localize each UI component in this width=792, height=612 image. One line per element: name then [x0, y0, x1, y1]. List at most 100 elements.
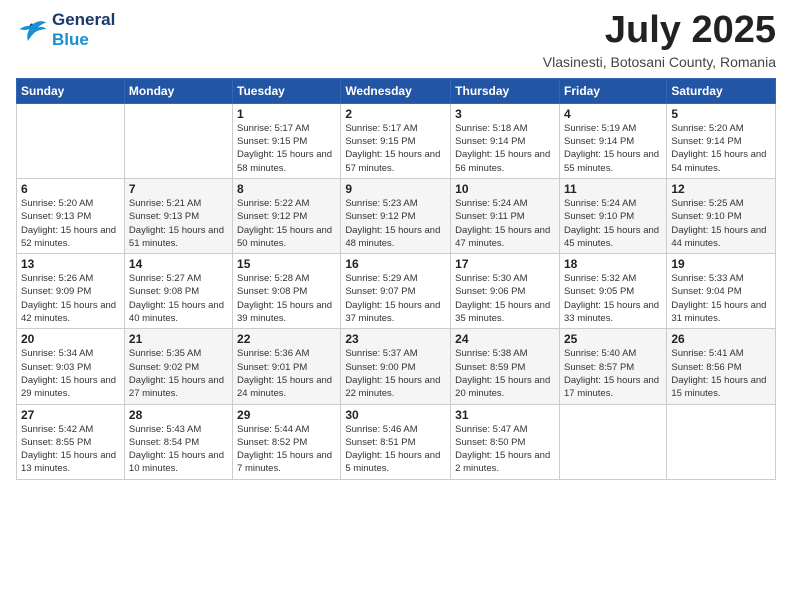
calendar-cell: 17 Sunrise: 5:30 AM Sunset: 9:06 PM Dayl… [451, 254, 560, 329]
logo-text: General Blue [52, 10, 115, 49]
day-number: 4 [564, 107, 662, 121]
month-title: July 2025 [543, 10, 776, 52]
sunset-text: Sunset: 9:13 PM [21, 211, 91, 222]
daylight-text: Daylight: 15 hours and 55 minutes. [564, 149, 659, 173]
sunrise-text: Sunrise: 5:23 AM [345, 198, 417, 209]
calendar-cell: 31 Sunrise: 5:47 AM Sunset: 8:50 PM Dayl… [451, 404, 560, 479]
sunrise-text: Sunrise: 5:24 AM [564, 198, 636, 209]
sunset-text: Sunset: 8:50 PM [455, 437, 525, 448]
sunset-text: Sunset: 9:14 PM [455, 136, 525, 147]
day-number: 28 [129, 408, 228, 422]
weekday-header-sunday: Sunday [17, 78, 125, 103]
day-number: 19 [671, 257, 771, 271]
page: General Blue July 2025 Vlasinesti, Botos… [0, 0, 792, 612]
sunset-text: Sunset: 8:54 PM [129, 437, 199, 448]
day-number: 17 [455, 257, 555, 271]
daylight-text: Daylight: 15 hours and 31 minutes. [671, 300, 766, 324]
sunset-text: Sunset: 9:10 PM [671, 211, 741, 222]
sunset-text: Sunset: 9:14 PM [564, 136, 634, 147]
day-number: 11 [564, 182, 662, 196]
sunrise-text: Sunrise: 5:21 AM [129, 198, 201, 209]
location-subtitle: Vlasinesti, Botosani County, Romania [543, 54, 776, 70]
sunset-text: Sunset: 9:09 PM [21, 286, 91, 297]
sunrise-text: Sunrise: 5:41 AM [671, 348, 743, 359]
day-number: 25 [564, 332, 662, 346]
day-number: 5 [671, 107, 771, 121]
day-info: Sunrise: 5:28 AM Sunset: 9:08 PM Dayligh… [237, 272, 336, 325]
calendar-cell: 23 Sunrise: 5:37 AM Sunset: 9:00 PM Dayl… [341, 329, 451, 404]
day-number: 26 [671, 332, 771, 346]
day-info: Sunrise: 5:43 AM Sunset: 8:54 PM Dayligh… [129, 423, 228, 476]
sunrise-text: Sunrise: 5:35 AM [129, 348, 201, 359]
day-info: Sunrise: 5:36 AM Sunset: 9:01 PM Dayligh… [237, 347, 336, 400]
sunrise-text: Sunrise: 5:40 AM [564, 348, 636, 359]
day-info: Sunrise: 5:24 AM Sunset: 9:11 PM Dayligh… [455, 197, 555, 250]
sunset-text: Sunset: 9:15 PM [237, 136, 307, 147]
calendar-cell [124, 103, 232, 178]
calendar-cell [667, 404, 776, 479]
calendar-cell: 29 Sunrise: 5:44 AM Sunset: 8:52 PM Dayl… [233, 404, 341, 479]
sunrise-text: Sunrise: 5:30 AM [455, 273, 527, 284]
day-info: Sunrise: 5:23 AM Sunset: 9:12 PM Dayligh… [345, 197, 446, 250]
sunset-text: Sunset: 8:57 PM [564, 362, 634, 373]
daylight-text: Daylight: 15 hours and 2 minutes. [455, 450, 550, 474]
sunrise-text: Sunrise: 5:32 AM [564, 273, 636, 284]
calendar-cell: 27 Sunrise: 5:42 AM Sunset: 8:55 PM Dayl… [17, 404, 125, 479]
weekday-header-row: SundayMondayTuesdayWednesdayThursdayFrid… [17, 78, 776, 103]
calendar-cell: 26 Sunrise: 5:41 AM Sunset: 8:56 PM Dayl… [667, 329, 776, 404]
daylight-text: Daylight: 15 hours and 47 minutes. [455, 225, 550, 249]
sunset-text: Sunset: 9:10 PM [564, 211, 634, 222]
daylight-text: Daylight: 15 hours and 42 minutes. [21, 300, 116, 324]
daylight-text: Daylight: 15 hours and 7 minutes. [237, 450, 332, 474]
day-number: 22 [237, 332, 336, 346]
title-block: July 2025 Vlasinesti, Botosani County, R… [543, 10, 776, 70]
calendar-week-row: 1 Sunrise: 5:17 AM Sunset: 9:15 PM Dayli… [17, 103, 776, 178]
daylight-text: Daylight: 15 hours and 33 minutes. [564, 300, 659, 324]
day-number: 3 [455, 107, 555, 121]
weekday-header-wednesday: Wednesday [341, 78, 451, 103]
sunset-text: Sunset: 9:07 PM [345, 286, 415, 297]
daylight-text: Daylight: 15 hours and 57 minutes. [345, 149, 440, 173]
daylight-text: Daylight: 15 hours and 22 minutes. [345, 375, 440, 399]
day-number: 20 [21, 332, 120, 346]
sunrise-text: Sunrise: 5:19 AM [564, 123, 636, 134]
sunrise-text: Sunrise: 5:17 AM [345, 123, 417, 134]
calendar-week-row: 20 Sunrise: 5:34 AM Sunset: 9:03 PM Dayl… [17, 329, 776, 404]
daylight-text: Daylight: 15 hours and 48 minutes. [345, 225, 440, 249]
calendar-cell: 11 Sunrise: 5:24 AM Sunset: 9:10 PM Dayl… [559, 178, 666, 253]
calendar-cell: 7 Sunrise: 5:21 AM Sunset: 9:13 PM Dayli… [124, 178, 232, 253]
sunset-text: Sunset: 9:11 PM [455, 211, 525, 222]
day-info: Sunrise: 5:24 AM Sunset: 9:10 PM Dayligh… [564, 197, 662, 250]
sunset-text: Sunset: 9:03 PM [21, 362, 91, 373]
sunset-text: Sunset: 9:01 PM [237, 362, 307, 373]
sunset-text: Sunset: 9:02 PM [129, 362, 199, 373]
calendar-cell: 9 Sunrise: 5:23 AM Sunset: 9:12 PM Dayli… [341, 178, 451, 253]
sunrise-text: Sunrise: 5:24 AM [455, 198, 527, 209]
calendar-cell: 15 Sunrise: 5:28 AM Sunset: 9:08 PM Dayl… [233, 254, 341, 329]
day-number: 18 [564, 257, 662, 271]
day-number: 1 [237, 107, 336, 121]
day-info: Sunrise: 5:38 AM Sunset: 8:59 PM Dayligh… [455, 347, 555, 400]
day-number: 23 [345, 332, 446, 346]
day-info: Sunrise: 5:44 AM Sunset: 8:52 PM Dayligh… [237, 423, 336, 476]
day-number: 21 [129, 332, 228, 346]
day-number: 29 [237, 408, 336, 422]
sunrise-text: Sunrise: 5:34 AM [21, 348, 93, 359]
daylight-text: Daylight: 15 hours and 17 minutes. [564, 375, 659, 399]
calendar-cell: 2 Sunrise: 5:17 AM Sunset: 9:15 PM Dayli… [341, 103, 451, 178]
calendar-cell: 25 Sunrise: 5:40 AM Sunset: 8:57 PM Dayl… [559, 329, 666, 404]
day-info: Sunrise: 5:22 AM Sunset: 9:12 PM Dayligh… [237, 197, 336, 250]
sunrise-text: Sunrise: 5:42 AM [21, 424, 93, 435]
sunset-text: Sunset: 9:08 PM [129, 286, 199, 297]
sunrise-text: Sunrise: 5:20 AM [21, 198, 93, 209]
daylight-text: Daylight: 15 hours and 44 minutes. [671, 225, 766, 249]
daylight-text: Daylight: 15 hours and 56 minutes. [455, 149, 550, 173]
calendar-cell: 22 Sunrise: 5:36 AM Sunset: 9:01 PM Dayl… [233, 329, 341, 404]
daylight-text: Daylight: 15 hours and 15 minutes. [671, 375, 766, 399]
calendar-cell: 13 Sunrise: 5:26 AM Sunset: 9:09 PM Dayl… [17, 254, 125, 329]
day-info: Sunrise: 5:29 AM Sunset: 9:07 PM Dayligh… [345, 272, 446, 325]
daylight-text: Daylight: 15 hours and 13 minutes. [21, 450, 116, 474]
sunset-text: Sunset: 8:55 PM [21, 437, 91, 448]
sunrise-text: Sunrise: 5:28 AM [237, 273, 309, 284]
sunset-text: Sunset: 9:08 PM [237, 286, 307, 297]
